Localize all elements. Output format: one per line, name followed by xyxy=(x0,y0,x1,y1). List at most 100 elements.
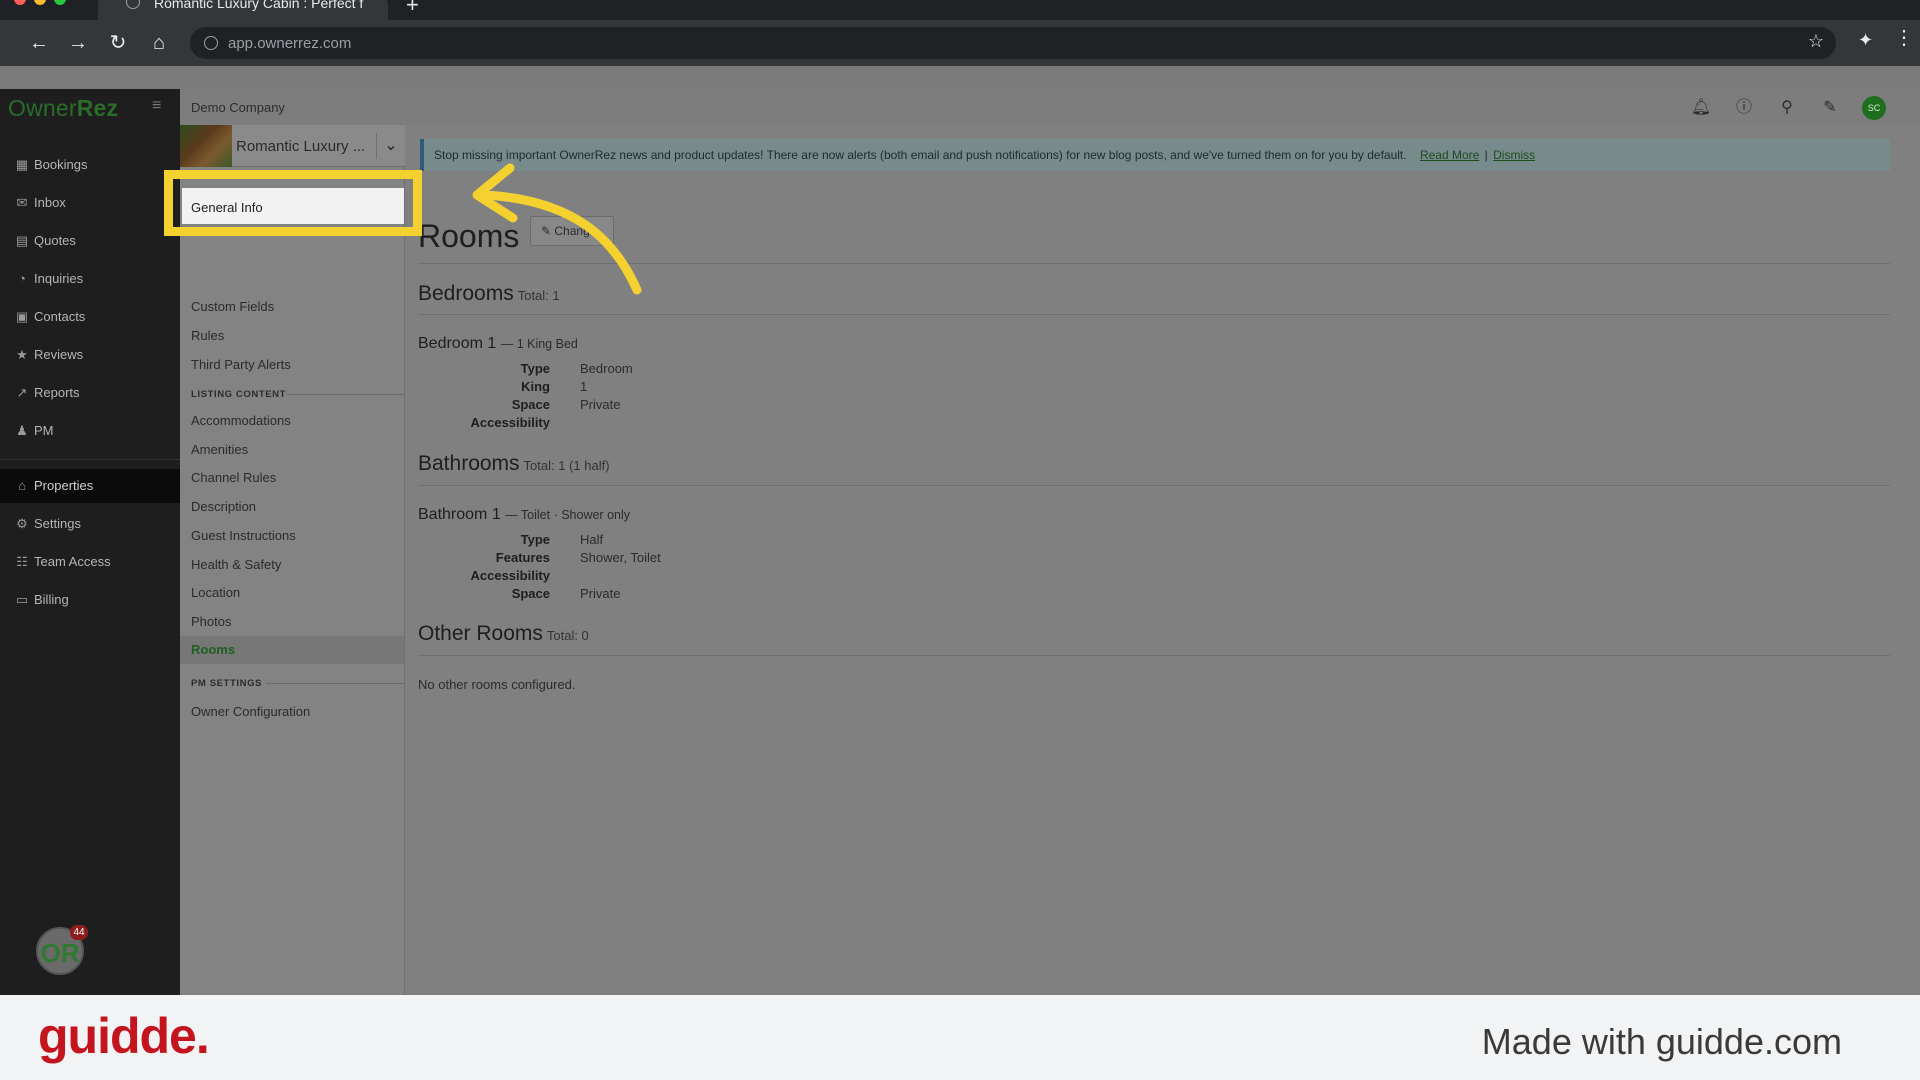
help-icon[interactable]: ⓘ xyxy=(1733,97,1755,119)
sidebar-item-label: Team Access xyxy=(34,554,111,569)
sidebar-item-label: Inbox xyxy=(34,195,66,210)
sidebar-item-label: Reports xyxy=(34,385,80,400)
sidebar-item-settings[interactable]: ⚙ Settings xyxy=(0,507,180,541)
made-with-guidde-text: Made with guidde.com xyxy=(1481,1021,1842,1062)
sidebar-collapse-icon[interactable]: ≡ xyxy=(152,97,161,115)
subnav-item-location[interactable]: Location xyxy=(191,585,240,600)
bedroom-1-title: Bedroom 1 — 1 King Bed xyxy=(418,335,578,353)
subnav-item-amenities[interactable]: Amenities xyxy=(191,442,248,457)
sidebar-item-bookings[interactable]: ▦ Bookings xyxy=(0,148,180,182)
sidebar-item-label: Billing xyxy=(34,592,69,607)
maximize-window-icon[interactable] xyxy=(54,0,66,5)
new-tab-icon[interactable]: + xyxy=(406,0,419,16)
bedroom-1-name: Bedroom 1 xyxy=(418,335,497,352)
extensions-icon[interactable]: ✦ xyxy=(1858,30,1873,51)
subnav-item-accommodations[interactable]: Accommodations xyxy=(191,413,291,428)
bathrooms-heading-text: Bathrooms xyxy=(418,452,520,475)
address-bar[interactable]: app.ownerrez.com ☆ xyxy=(190,27,1836,59)
highlight-frame xyxy=(164,170,422,236)
close-window-icon[interactable] xyxy=(14,0,26,5)
url-text: app.ownerrez.com xyxy=(228,35,352,52)
subnav-item-rooms[interactable]: Rooms xyxy=(180,636,404,664)
pointer-arrow-icon xyxy=(472,163,642,295)
field-label: Accessibility xyxy=(470,415,551,430)
field-label: Space xyxy=(511,397,550,412)
other-rooms-total: Total: 0 xyxy=(546,628,589,643)
field-label: Space xyxy=(511,586,550,601)
section-divider xyxy=(418,485,1890,486)
subnav-item-description[interactable]: Description xyxy=(191,499,256,514)
section-divider xyxy=(418,655,1890,656)
subnav-item-third-party-alerts[interactable]: Third Party Alerts xyxy=(191,357,291,372)
sidebar-item-label: Contacts xyxy=(34,309,86,324)
bathrooms-total: Total: 1 (1 half) xyxy=(523,458,610,473)
sidebar-item-team-access[interactable]: ☷ Team Access xyxy=(0,545,180,579)
chevron-down-icon[interactable]: ⌄ xyxy=(376,133,405,159)
notification-count-badge: 44 xyxy=(70,925,88,940)
bathroom-1-title: Bathroom 1 — Toilet · Shower only xyxy=(418,506,630,524)
subnav-item-photos[interactable]: Photos xyxy=(191,614,231,629)
gear-icon: ⚙ xyxy=(16,516,28,531)
subnav-item-channel-rules[interactable]: Channel Rules xyxy=(191,470,276,485)
section-divider xyxy=(418,314,1890,315)
address-book-icon: ▣ xyxy=(15,309,29,324)
sidebar-item-reports[interactable]: ↗ Reports xyxy=(0,376,180,410)
sidebar-item-pm[interactable]: ♟ PM xyxy=(0,414,180,448)
sidebar-item-label: Bookings xyxy=(34,157,88,172)
alert-separator: | xyxy=(1484,148,1488,162)
subnav-item-rules[interactable]: Rules xyxy=(191,328,224,343)
subnav-item-health-safety[interactable]: Health & Safety xyxy=(191,557,281,572)
bookmark-star-icon[interactable]: ☆ xyxy=(1808,31,1824,52)
header-divider xyxy=(266,683,404,684)
chart-icon: ↗ xyxy=(16,385,28,400)
sidebar-item-quotes[interactable]: ▤ Quotes xyxy=(0,224,180,258)
other-rooms-heading-text: Other Rooms xyxy=(418,622,543,645)
calendar-icon: ▦ xyxy=(15,157,29,172)
reload-icon[interactable]: ↻ xyxy=(105,30,131,56)
star-icon: ★ xyxy=(16,347,28,362)
sidebar-item-properties[interactable]: ⌂ Properties xyxy=(0,469,180,503)
user-avatar[interactable]: SC xyxy=(1862,96,1886,120)
field-label: Features xyxy=(495,550,550,565)
guidde-logo[interactable]: guidde. xyxy=(38,1007,210,1065)
field-label: Accessibility xyxy=(470,568,551,583)
field-value: Bedroom xyxy=(580,361,633,376)
subnav-item-owner-configuration[interactable]: Owner Configuration xyxy=(191,704,310,719)
document-icon: ▤ xyxy=(15,233,29,248)
site-info-icon[interactable] xyxy=(204,36,218,50)
property-subnav: Romantic Luxury ... ⌄ Custom Fields Rule… xyxy=(180,125,405,995)
bell-icon[interactable]: 🔔︎ xyxy=(1690,97,1712,119)
subnav-item-guest-instructions[interactable]: Guest Instructions xyxy=(191,528,296,543)
sidebar-item-contacts[interactable]: ▣ Contacts xyxy=(0,300,180,334)
home-icon[interactable]: ⌂ xyxy=(146,30,172,56)
pm-settings-header: PM SETTINGS xyxy=(191,678,262,689)
read-more-link[interactable]: Read More xyxy=(1420,148,1479,162)
bedroom-1-summary: — 1 King Bed xyxy=(500,337,578,351)
field-label: Type xyxy=(520,532,550,547)
search-icon[interactable]: ⚲ xyxy=(1776,97,1798,119)
minimize-window-icon[interactable] xyxy=(34,0,46,5)
subnav-item-custom-fields[interactable]: Custom Fields xyxy=(191,299,274,314)
logo-text-rez: Rez xyxy=(76,95,119,121)
bookmarks-strip xyxy=(0,66,1920,89)
back-icon[interactable]: ← xyxy=(26,30,52,56)
property-selector[interactable]: Romantic Luxury ... ⌄ xyxy=(180,125,405,167)
sidebar-item-reviews[interactable]: ★ Reviews xyxy=(0,338,180,372)
field-value: Private xyxy=(580,397,621,412)
sidebar-item-inquiries[interactable]: ◔ Inquiries xyxy=(0,262,180,296)
property-name: Romantic Luxury ... xyxy=(236,138,366,155)
wrench-icon[interactable]: ✎ xyxy=(1819,97,1841,119)
no-other-rooms-text: No other rooms configured. xyxy=(418,677,576,692)
company-name[interactable]: Demo Company xyxy=(191,100,285,115)
bathrooms-heading: Bathrooms Total: 1 (1 half) xyxy=(418,452,610,476)
sidebar-item-inbox[interactable]: ✉ Inbox xyxy=(0,186,180,220)
sidebar-item-billing[interactable]: ▭ Billing xyxy=(0,583,180,617)
bathroom-1-summary: — Toilet · Shower only xyxy=(505,508,630,522)
top-bar: Demo Company 🔔︎ ⓘ ⚲ ✎ SC xyxy=(180,89,1920,125)
ownerrez-logo[interactable]: OwnerRez xyxy=(8,95,118,122)
browser-menu-icon[interactable]: ⋮ xyxy=(1894,28,1914,48)
browser-tab[interactable]: Romantic Luxury Cabin : Perfect f xyxy=(98,0,388,20)
dismiss-link[interactable]: Dismiss xyxy=(1493,148,1535,162)
browser-toolbar: ← → ↻ ⌂ app.ownerrez.com ☆ ✦ ⋮ xyxy=(0,20,1920,66)
forward-icon[interactable]: → xyxy=(65,30,91,56)
